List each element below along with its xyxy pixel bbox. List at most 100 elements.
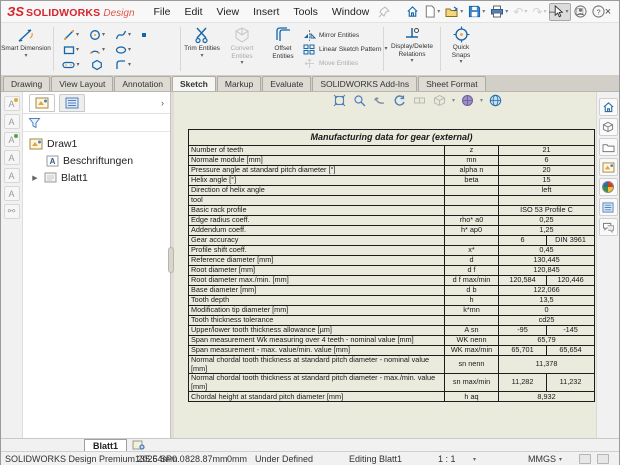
smart-dimension-caret[interactable]: ▾ bbox=[24, 53, 27, 59]
tab-view-layout[interactable]: View Layout bbox=[51, 76, 113, 91]
gear-table-row[interactable]: Root diameter max./min. [mm]d f max/min1… bbox=[189, 276, 595, 286]
mirror-entities-button[interactable]: Mirror Entities bbox=[303, 28, 359, 42]
display-delete-relations-button[interactable]: Display/Delete Relations ▾ bbox=[386, 26, 438, 64]
tab-drawing[interactable]: Drawing bbox=[3, 76, 50, 91]
tab-solidworks-add-ins[interactable]: SOLIDWORKS Add-Ins bbox=[312, 76, 417, 91]
tab-markup[interactable]: Markup bbox=[217, 76, 261, 91]
quick-snaps-button[interactable]: Quick Snaps ▾ bbox=[443, 26, 479, 65]
3d-drawing-view-icon[interactable] bbox=[432, 93, 447, 108]
offset-entities-button[interactable]: Offset Entities bbox=[263, 26, 303, 60]
graphics-area[interactable]: ▾ ▾ Manufacturing data for gear (externa… bbox=[174, 92, 598, 438]
previous-view-icon[interactable] bbox=[372, 93, 387, 108]
gear-table-row[interactable]: Base diameter [mm]d b122,066 bbox=[189, 286, 595, 296]
solidworks-resources-home-icon[interactable] bbox=[599, 98, 618, 116]
gear-table-row[interactable]: Addendum coeff.h* ap01,25 bbox=[189, 226, 595, 236]
spell-check-icon[interactable]: A bbox=[4, 114, 20, 129]
menu-view[interactable]: View bbox=[210, 4, 247, 20]
hyperlink-icon[interactable]: ⚯ bbox=[4, 204, 20, 219]
gear-table-row[interactable]: Root diameter [mm]d f120,845 bbox=[189, 266, 595, 276]
gear-data-table-annotation[interactable]: Manufacturing data for gear (external) N… bbox=[188, 129, 595, 402]
tab-sheet-format[interactable]: Sheet Format bbox=[418, 76, 486, 91]
tree-item-draw1[interactable]: Draw1 bbox=[23, 135, 170, 152]
display-delete-relations-caret[interactable]: ▾ bbox=[410, 58, 413, 64]
linear-sketch-pattern-button[interactable]: Linear Sketch Pattern ▾ bbox=[303, 42, 388, 56]
trim-entities-button[interactable]: Trim Entities ▾ bbox=[183, 26, 221, 59]
gear-table-row[interactable]: Number of teethz21 bbox=[189, 146, 595, 156]
gear-table-row[interactable]: Upper/lower tooth thickness allowance [µ… bbox=[189, 326, 595, 336]
3d-view-caret[interactable]: ▾ bbox=[452, 97, 455, 104]
sketch-fillet-tool-icon[interactable]: ▾ bbox=[110, 59, 136, 71]
gear-table-row[interactable]: Direction of helix angleleft bbox=[189, 186, 595, 196]
expand-arrow-icon[interactable]: ▶ bbox=[31, 174, 39, 182]
tree-item-blatt1[interactable]: ▶ Blatt1 bbox=[23, 169, 170, 186]
add-note-icon[interactable]: A bbox=[4, 150, 20, 165]
slot-tool-icon[interactable]: ▾ bbox=[58, 60, 84, 70]
view-palette-icon[interactable] bbox=[599, 158, 618, 176]
quick-snaps-caret[interactable]: ▾ bbox=[459, 59, 462, 65]
line-tool-icon[interactable]: ▾ bbox=[58, 29, 84, 41]
trim-entities-caret[interactable]: ▾ bbox=[200, 53, 203, 59]
convert-entities-button[interactable]: Convert Entities ▾ bbox=[221, 26, 263, 66]
display-style-icon[interactable] bbox=[460, 93, 475, 108]
panel-expand-chevron[interactable]: › bbox=[161, 98, 164, 108]
solidworks-forum-icon[interactable] bbox=[599, 218, 618, 236]
circle-tool-icon[interactable]: ▾ bbox=[84, 29, 110, 41]
maximize-button[interactable]: □ bbox=[573, 6, 587, 18]
link-views-icon[interactable] bbox=[412, 93, 427, 108]
tree-item-beschriftungen[interactable]: A Beschriftungen bbox=[23, 152, 170, 169]
gear-table-row[interactable]: Tooth depthh13,5 bbox=[189, 296, 595, 306]
new-document-button[interactable]: ▾ bbox=[422, 3, 442, 21]
minimize-button[interactable]: – bbox=[545, 6, 559, 18]
note-tool-icon[interactable]: A bbox=[4, 96, 20, 111]
gear-table-row[interactable]: Span measurement Wk measuring over 4 tee… bbox=[189, 336, 595, 346]
undo-button[interactable]: ↶▾ bbox=[511, 3, 529, 21]
gear-table-row[interactable]: Pressure angle at standard pitch diamete… bbox=[189, 166, 595, 176]
polygon-tool-icon[interactable] bbox=[84, 59, 110, 71]
print-button[interactable]: ▾ bbox=[488, 3, 510, 21]
gear-table-row[interactable]: Reference diameter [mm]d130,445 bbox=[189, 256, 595, 266]
ellipse-tool-icon[interactable]: ▾ bbox=[110, 44, 136, 56]
status-options-icon[interactable] bbox=[597, 454, 609, 464]
gear-table-row[interactable]: Normal chordal tooth thickness at standa… bbox=[189, 374, 595, 392]
pin-menu-icon[interactable] bbox=[378, 6, 390, 18]
sheet-scale[interactable]: 1 : 1 bbox=[438, 454, 456, 464]
menu-window[interactable]: Window bbox=[325, 4, 376, 20]
gear-table-row[interactable]: Normal chordal tooth thickness at standa… bbox=[189, 356, 595, 374]
close-button[interactable]: × bbox=[601, 6, 615, 18]
tree-filter[interactable] bbox=[23, 114, 170, 132]
note-copy-icon[interactable]: A bbox=[4, 168, 20, 183]
arc-tool-icon[interactable]: ▾ bbox=[84, 44, 110, 56]
move-entities-button[interactable]: Move Entities bbox=[303, 56, 358, 70]
corner-rectangle-tool-icon[interactable]: ▾ bbox=[58, 44, 84, 56]
menu-tools[interactable]: Tools bbox=[286, 4, 325, 20]
point-tool-icon[interactable] bbox=[136, 31, 152, 39]
scale-caret[interactable]: ▾ bbox=[473, 456, 476, 463]
unit-system[interactable]: MMGS bbox=[528, 454, 556, 464]
gear-table-row[interactable]: Normale module [mm]mn6 bbox=[189, 156, 595, 166]
add-sheet-icon[interactable] bbox=[131, 440, 146, 451]
sheet-tab-blatt1[interactable]: Blatt1 bbox=[84, 439, 127, 451]
tab-annotation[interactable]: Annotation bbox=[114, 76, 171, 91]
menu-file[interactable]: File bbox=[147, 4, 178, 20]
gear-table-row[interactable]: Edge radius coeff.rho* a00,25 bbox=[189, 216, 595, 226]
redraw-icon[interactable] bbox=[392, 93, 407, 108]
file-explorer-icon[interactable] bbox=[599, 138, 618, 156]
custom-properties-icon[interactable] bbox=[599, 198, 618, 216]
view-settings-globe-icon[interactable] bbox=[488, 93, 503, 108]
feature-tree-tab[interactable] bbox=[29, 94, 55, 112]
menu-edit[interactable]: Edit bbox=[177, 4, 209, 20]
design-library-icon[interactable] bbox=[599, 118, 618, 136]
tab-evaluate[interactable]: Evaluate bbox=[262, 76, 311, 91]
gear-table-row[interactable]: Span measurement - max. value/min. value… bbox=[189, 346, 595, 356]
gear-table-row[interactable]: Helix angle [°]beta15 bbox=[189, 176, 595, 186]
note-paste-icon[interactable]: A bbox=[4, 186, 20, 201]
zoom-to-area-icon[interactable] bbox=[352, 93, 367, 108]
gear-table-row[interactable]: Gear accuracy6DIN 3961 bbox=[189, 236, 595, 246]
gear-table-row[interactable]: Basic rack profileISO 53 Profile C bbox=[189, 206, 595, 216]
menu-insert[interactable]: Insert bbox=[246, 4, 286, 20]
open-button[interactable]: ▾ bbox=[443, 3, 465, 21]
display-style-caret[interactable]: ▾ bbox=[480, 97, 483, 104]
property-manager-tab[interactable] bbox=[59, 94, 85, 112]
gear-table-row[interactable]: Profile shift coeff.x*0,45 bbox=[189, 246, 595, 256]
save-button[interactable]: ▾ bbox=[466, 3, 487, 21]
